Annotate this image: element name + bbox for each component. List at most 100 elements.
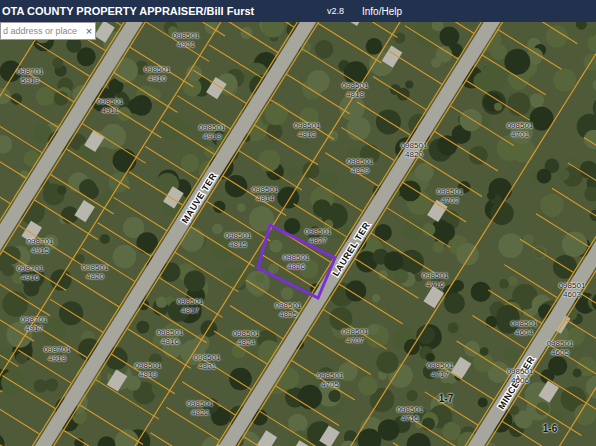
lot-line	[371, 233, 435, 273]
lot-line	[498, 30, 562, 70]
parcel-number: 4816	[161, 337, 179, 346]
tree-canopy	[400, 181, 421, 202]
lot-line	[275, 386, 339, 426]
parcel-label[interactable]: 0985014825	[275, 301, 302, 319]
parcel-id: 098501	[157, 328, 184, 337]
house-roof	[84, 130, 105, 152]
tree-canopy	[375, 224, 392, 241]
parcel-label[interactable]: 0985014814	[252, 185, 279, 203]
parcel-label[interactable]: 0985014913	[199, 123, 226, 141]
parcel-number: 4826	[287, 262, 305, 271]
tree-canopy	[113, 245, 137, 269]
parcel-label[interactable]: 0985014816	[157, 328, 184, 346]
lot-line	[387, 208, 451, 248]
info-help-link[interactable]: Info/Help	[362, 6, 402, 17]
lot-line	[18, 350, 71, 383]
lot-line	[159, 278, 223, 318]
lot-line	[552, 188, 596, 221]
parcel-grid: MAUVE TERLAUREL TERMINCEY TER	[0, 0, 596, 446]
right-of-way-line	[0, 0, 596, 446]
parcel-label[interactable]: 0985014821	[194, 353, 221, 371]
parcel-label[interactable]: 0985014910	[144, 65, 171, 83]
tree-canopy	[358, 428, 382, 446]
tree-canopy	[365, 324, 389, 348]
parcel-label[interactable]: 0987014918	[44, 345, 71, 363]
parcel-label[interactable]: 0985014716	[422, 271, 449, 289]
street-label: MINCEY TER	[496, 355, 536, 411]
tree-canopy	[417, 324, 442, 349]
lot-line	[191, 227, 255, 267]
parcel-label[interactable]: 0985014715	[397, 405, 424, 423]
parcel-label[interactable]: 0985014822	[187, 399, 214, 417]
parcel-label[interactable]: 0985014824	[233, 329, 260, 347]
parcel-label[interactable]: 0985014812	[294, 121, 321, 139]
parcel-label[interactable]: 0985014705	[317, 371, 344, 389]
parcel-number: 4819	[139, 370, 157, 379]
lot-line	[209, 45, 262, 78]
clear-button[interactable]: ×	[83, 25, 95, 37]
parcel-label[interactable]: 0985014817	[177, 297, 204, 315]
parcel-label[interactable]: 0987014917	[21, 315, 48, 333]
lot-line	[405, 26, 458, 59]
tree-canopy	[416, 325, 435, 344]
tree-canopy	[265, 102, 288, 125]
rear-lot-line	[216, 0, 596, 446]
parcel-label[interactable]: 0987015913	[17, 67, 44, 85]
right-of-way-line	[0, 0, 579, 446]
tree-canopy	[573, 368, 582, 377]
parcel-label[interactable]: 0985014606	[507, 367, 534, 385]
parcel-label[interactable]: 0985014820	[401, 141, 428, 159]
block-label: 1-6	[543, 423, 557, 434]
parcel-number: 4916	[21, 273, 39, 282]
parcel-label[interactable]: 0985014702	[437, 187, 464, 205]
tree-canopy	[289, 167, 300, 178]
parcel-label[interactable]: 0985014921	[173, 31, 200, 49]
parcel-label[interactable]: 0985014827	[305, 227, 332, 245]
lot-line	[0, 119, 42, 152]
tree-canopy	[77, 47, 96, 66]
parcel-label[interactable]: 0985014826	[283, 253, 310, 271]
aerial-map[interactable]: MAUVE TERLAUREL TERMINCEY TER	[0, 0, 596, 446]
lot-line	[64, 430, 128, 446]
parcel-id: 098501	[194, 353, 221, 362]
search-input[interactable]	[1, 26, 83, 36]
parcel-label[interactable]: 0985014707	[342, 327, 369, 345]
parcel-label[interactable]: 0985014717	[427, 361, 454, 379]
tree-canopy	[437, 135, 457, 155]
parcel-number: 4814	[256, 194, 274, 203]
tree-canopy	[384, 251, 404, 271]
lot-line	[230, 305, 283, 338]
tree-canopy	[584, 130, 596, 149]
tree-canopy	[490, 43, 507, 60]
parcel-label[interactable]: 0985014829	[347, 157, 374, 175]
parcel-label[interactable]: 0987014915	[27, 237, 54, 255]
parcel-id: 098501	[317, 371, 344, 380]
parcel-label[interactable]: 0985014701	[507, 121, 534, 139]
tree-canopy	[237, 204, 245, 212]
lot-line	[223, 176, 287, 216]
parcel-label[interactable]: 0985014604	[511, 319, 538, 337]
parcel-label[interactable]: 0987014916	[17, 264, 44, 282]
parcel-label[interactable]: 0985014815	[225, 231, 252, 249]
parcel-number: 4822	[191, 408, 209, 417]
lot-line	[18, 225, 82, 265]
parcel-label[interactable]: 0985014603	[559, 281, 586, 299]
parcel-label[interactable]: 0985014820	[82, 263, 109, 281]
parcel-number: 4921	[177, 40, 195, 49]
lot-line	[193, 70, 246, 103]
parcel-label[interactable]: 0985014605	[547, 339, 574, 357]
parcel-label[interactable]: 0985014819	[135, 361, 162, 379]
parcel-id: 098701	[44, 345, 71, 354]
parcel-label[interactable]: 0985014818	[342, 81, 369, 99]
parcel-id: 098501	[283, 253, 310, 262]
lot-line	[389, 51, 442, 84]
selected-parcel-outline[interactable]	[258, 225, 335, 298]
tree-canopy	[436, 46, 453, 63]
tree-canopy	[315, 40, 333, 58]
tree-canopy	[0, 135, 12, 154]
parcel-id: 098501	[397, 405, 424, 414]
parcel-number: 4829	[351, 166, 369, 175]
parcel-label[interactable]: 0985014911	[97, 97, 124, 115]
tree-canopy	[394, 32, 405, 43]
tree-canopy	[113, 149, 137, 173]
